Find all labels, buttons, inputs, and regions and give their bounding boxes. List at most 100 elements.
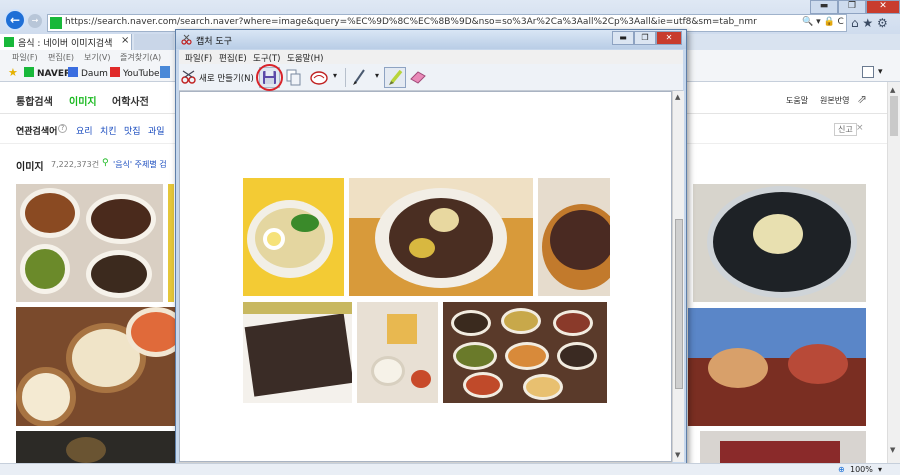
address-url[interactable]: https://search.naver.com/search.naver?wh…	[65, 17, 757, 27]
scroll-up-icon[interactable]: ▲	[675, 93, 680, 101]
food-image-thumbnail[interactable]	[168, 184, 174, 302]
new-snip-label: 새로 만들기(N)	[199, 74, 254, 84]
food-image-thumbnail[interactable]	[688, 308, 866, 426]
tab-integrated[interactable]: 통합검색	[16, 93, 53, 108]
captured-food-image	[443, 302, 607, 403]
home-favorites-tools-icons[interactable]: ⌂ ★ ⚙	[851, 16, 888, 30]
snip-window-controls: ▬ ❐ ✕	[612, 31, 682, 45]
captured-food-image	[357, 302, 438, 403]
forward-button[interactable]: →	[28, 14, 42, 28]
save-highlight-circle	[256, 64, 283, 91]
menu-edit[interactable]: 편집(E)	[219, 52, 247, 64]
fav-daum[interactable]: Daum	[68, 67, 108, 79]
food-image-thumbnail[interactable]	[16, 307, 175, 426]
send-dropdown-icon[interactable]: ▾	[333, 71, 337, 80]
tab-dictionary[interactable]: 어학사전	[112, 93, 149, 108]
page-tools-dropdown[interactable]: ▾	[878, 67, 883, 77]
restore-button[interactable]: ❐	[838, 0, 866, 14]
scroll-down-icon[interactable]: ▼	[890, 446, 895, 454]
minimize-button[interactable]: ▬	[612, 31, 634, 45]
tab-close-icon[interactable]: ×	[121, 35, 129, 46]
related-term[interactable]: 과일	[148, 124, 165, 137]
snip-menu-bar: 파일(F) 편집(E) 도구(T) 도움말(H)	[179, 50, 683, 64]
fav-label: NAVER	[37, 69, 71, 79]
scroll-down-icon[interactable]: ▼	[675, 451, 680, 459]
highlighter-icon	[389, 70, 403, 85]
snipping-tool-window: 캡처 도구 ▬ ❐ ✕ 파일(F) 편집(E) 도구(T) 도움말(H) 새로 …	[175, 29, 687, 475]
address-actions[interactable]: 🔍 ▾ 🔒 C	[802, 17, 844, 27]
captured-food-image	[243, 178, 344, 296]
close-button[interactable]: ✕	[656, 31, 682, 45]
zoom-dropdown-icon[interactable]: ▾	[878, 465, 882, 474]
scissors-icon	[181, 34, 192, 45]
snip-capture-canvas	[179, 91, 672, 462]
snip-title-bar: 캡처 도구 ▬ ❐ ✕	[176, 30, 686, 49]
original-link[interactable]: 원본반영	[820, 95, 849, 106]
menu-help[interactable]: 도움말(H)	[287, 52, 323, 64]
zoom-globe-icon: ⊕	[838, 465, 845, 474]
fav-label: YouTube	[123, 69, 160, 79]
page-icon[interactable]	[862, 66, 874, 78]
daum-icon	[68, 67, 78, 77]
related-label: 연관검색어	[16, 127, 58, 137]
menu-view[interactable]: 보기(V)	[84, 52, 110, 63]
scroll-up-icon[interactable]: ▲	[890, 86, 895, 94]
eraser-icon[interactable]	[410, 71, 426, 84]
food-image-thumbnail[interactable]	[693, 184, 866, 302]
menu-tools[interactable]: 도구(T)	[253, 52, 280, 64]
naver-favicon-icon	[4, 37, 14, 47]
close-button[interactable]: ✕	[866, 0, 900, 14]
fav-naver[interactable]: NAVER	[24, 67, 71, 79]
fav-youtube[interactable]: YouTube	[110, 67, 160, 79]
back-button[interactable]: ←	[4, 9, 26, 31]
browser-window-controls: ▬ ❐ ✕	[806, 0, 900, 14]
theme-search-link[interactable]: '음식' 주제별 검	[113, 159, 167, 170]
images-label: 이미지	[16, 162, 44, 173]
food-image-thumbnail[interactable]	[16, 184, 163, 302]
favorites-star-icon[interactable]: ★	[8, 66, 18, 79]
snip-window-title: 캡처 도구	[196, 37, 232, 47]
page-scrollbar[interactable]: ▲ ▼	[887, 82, 900, 463]
related-term[interactable]: 치킨	[100, 124, 117, 137]
copy-icon[interactable]	[286, 69, 302, 86]
help-icon[interactable]: ?	[58, 124, 67, 133]
snip-toolbar: 새로 만들기(N) ▾ ▾	[179, 64, 683, 91]
browser-tab[interactable]: 음식 : 네이버 이미지검색 ×	[0, 34, 132, 50]
ie-icon[interactable]	[160, 66, 170, 78]
related-term[interactable]: 요리	[76, 124, 93, 137]
menu-favorites[interactable]: 즐겨찾기(A)	[120, 52, 161, 63]
send-email-icon[interactable]	[310, 70, 328, 85]
menu-edit[interactable]: 편집(E)	[48, 52, 74, 63]
menu-file[interactable]: 파일(F)	[12, 52, 38, 63]
search-icon: ⚲	[102, 158, 109, 168]
minimize-button[interactable]: ▬	[810, 0, 838, 14]
scrollbar-thumb[interactable]	[675, 219, 683, 389]
report-close-icon[interactable]: ×	[856, 123, 864, 133]
zoom-level[interactable]: 100%	[850, 465, 873, 474]
new-snip-button[interactable]: 새로 만들기(N)	[181, 68, 256, 87]
menu-file[interactable]: 파일(F)	[185, 52, 212, 64]
toolbar-divider	[345, 68, 346, 87]
naver-icon	[24, 67, 34, 77]
report-button[interactable]: 신고	[834, 123, 857, 136]
highlighter-button[interactable]	[384, 67, 406, 88]
tab-images[interactable]: 이미지	[69, 93, 97, 108]
scrollbar-thumb[interactable]	[890, 96, 898, 136]
new-tab-button[interactable]	[134, 34, 174, 50]
youtube-icon	[110, 67, 120, 77]
tab-title: 음식 : 네이버 이미지검색	[18, 39, 113, 49]
restore-button[interactable]: ❐	[634, 31, 656, 45]
fav-label: Daum	[81, 69, 108, 79]
browser-status-bar: ⊕ 100% ▾	[0, 463, 900, 475]
food-image-thumbnail[interactable]	[700, 431, 866, 463]
naver-favicon-icon	[50, 17, 62, 29]
pen-icon[interactable]	[352, 69, 366, 86]
snip-vertical-scrollbar[interactable]: ▲ ▼	[672, 91, 684, 462]
images-count: 7,222,373건	[51, 160, 100, 169]
help-link[interactable]: 도움말	[786, 95, 808, 106]
captured-food-image	[538, 178, 610, 296]
related-term[interactable]: 맛집	[124, 124, 141, 137]
food-image-thumbnail[interactable]	[16, 431, 175, 463]
share-icon[interactable]: ⇗	[857, 92, 867, 106]
pen-dropdown-icon[interactable]: ▾	[375, 71, 379, 80]
